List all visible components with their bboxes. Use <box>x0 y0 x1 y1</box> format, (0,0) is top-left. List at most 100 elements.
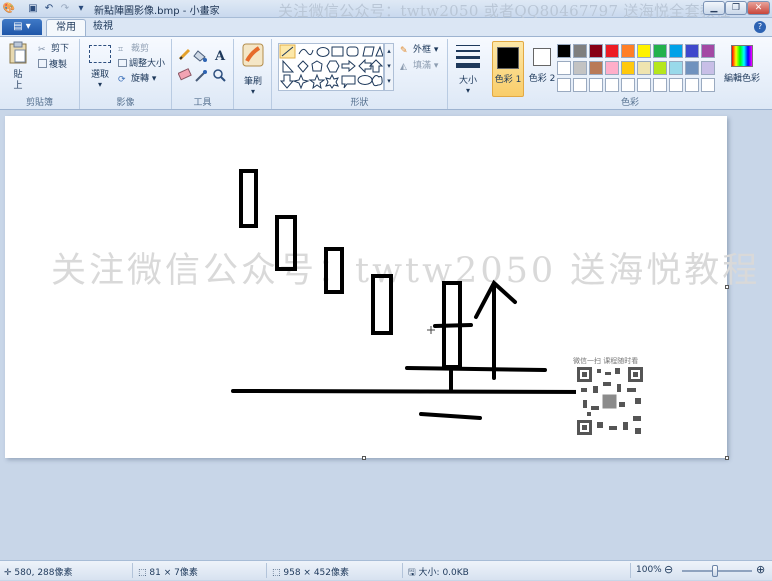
palette-color-14[interactable] <box>605 61 619 75</box>
image-group-label: 影像 <box>116 98 135 108</box>
zoom-out-button[interactable]: ⊖ <box>664 563 673 576</box>
minimize-button[interactable]: ▁ <box>703 1 725 15</box>
undo-icon[interactable]: ↶ <box>42 2 56 16</box>
paste-icon <box>9 41 27 64</box>
rectangle-shape-icon <box>331 46 344 57</box>
color1-swatch <box>497 47 519 69</box>
quick-access-dropdown-icon[interactable]: ▾ <box>74 2 88 16</box>
resize-handle-bottom[interactable] <box>362 456 366 460</box>
palette-color-5[interactable] <box>621 44 635 58</box>
size-button[interactable]: 大小 ▾ <box>452 43 484 95</box>
color1-button[interactable]: 色彩 1 <box>492 41 524 97</box>
palette-color-4[interactable] <box>605 44 619 58</box>
paint-app-icon[interactable]: 🎨 <box>2 2 16 16</box>
canvas-scroll-area[interactable]: 关注微信公众号：twtw2050 送海悦教程 微信一扫 课程随时看 <box>0 110 772 560</box>
shapes-group-label: 形狀 <box>350 98 369 108</box>
palette-color-20[interactable] <box>701 61 715 75</box>
six-point-star-shape-icon <box>325 73 339 89</box>
rotate-button[interactable]: ⟳ 旋轉 ▾ <box>118 73 156 86</box>
help-icon[interactable]: ? <box>754 21 766 33</box>
size-dropdown-icon[interactable]: ▾ <box>452 86 484 95</box>
resize-button[interactable]: 調整大小 <box>118 58 165 71</box>
palette-color-9[interactable] <box>685 44 699 58</box>
hexagon-shape-icon <box>326 60 340 73</box>
tools-group: A 工具 <box>172 39 234 109</box>
drawn-baseline <box>231 389 592 394</box>
down-arrow-shape-icon <box>279 74 295 89</box>
outline-pen-icon: ✎ <box>400 46 408 56</box>
colors-group: 色彩 1 色彩 2 編輯色彩 色彩 <box>488 39 772 109</box>
canvas-size: ⬚ 958 × 452像素 <box>272 565 349 578</box>
close-button[interactable]: ✕ <box>747 1 770 15</box>
copy-button[interactable]: 複製 <box>38 59 67 72</box>
file-size: 🖫 大小: 0.0KB <box>408 565 469 581</box>
palette-color-2[interactable] <box>573 44 587 58</box>
palette-color-7[interactable] <box>653 44 667 58</box>
fill-button[interactable]: ◭ 填滿 ▾ <box>400 60 438 73</box>
palette-color-13[interactable] <box>589 61 603 75</box>
palette-color-25[interactable] <box>621 78 635 92</box>
palette-color-29[interactable] <box>685 78 699 92</box>
color2-swatch <box>533 48 551 66</box>
up-arrow-shape-icon <box>368 59 384 73</box>
palette-color-6[interactable] <box>637 44 651 58</box>
drawing-strokes <box>231 169 644 436</box>
color-picker-icon <box>195 70 207 82</box>
palette-color-1[interactable] <box>557 44 571 58</box>
colors-group-label: 色彩 <box>620 98 639 108</box>
palette-color-27[interactable] <box>653 78 667 92</box>
outline-button[interactable]: ✎ 外框 ▾ <box>400 44 438 57</box>
brushes-button[interactable]: 筆刷 ▾ <box>238 43 268 96</box>
redo-icon[interactable]: ↷ <box>58 2 72 16</box>
palette-color-8[interactable] <box>669 44 683 58</box>
zoom-slider[interactable] <box>682 565 752 577</box>
zoom-in-button[interactable]: ⊕ <box>756 563 765 576</box>
copy-icon <box>38 59 47 68</box>
drawn-rectangle-1 <box>239 169 258 228</box>
zoom-slider-thumb[interactable] <box>712 565 718 577</box>
palette-color-15[interactable] <box>621 61 635 75</box>
palette-color-22[interactable] <box>573 78 587 92</box>
palette-color-24[interactable] <box>605 78 619 92</box>
palette-color-3[interactable] <box>589 44 603 58</box>
palette-color-18[interactable] <box>669 61 683 75</box>
palette-color-19[interactable] <box>685 61 699 75</box>
shapes-gallery[interactable] <box>278 43 384 91</box>
edit-colors-button[interactable]: 編輯色彩 <box>722 43 762 84</box>
select-button[interactable]: 選取 ▾ <box>84 43 116 89</box>
select-dropdown-icon[interactable]: ▾ <box>84 80 116 89</box>
curve-shape-icon <box>298 48 314 56</box>
file-size-text: 大小: 0.0KB <box>418 568 469 578</box>
palette-color-23[interactable] <box>589 78 603 92</box>
maximize-button[interactable]: ❐ <box>725 1 747 15</box>
palette-color-12[interactable] <box>573 61 587 75</box>
crop-button[interactable]: ⌗ 裁剪 <box>118 43 149 56</box>
resize-handle-right[interactable] <box>725 285 729 289</box>
save-icon[interactable]: ▣ <box>26 2 40 16</box>
palette-color-21[interactable] <box>557 78 571 92</box>
shapes-scroll[interactable]: ▴ ▾ ▾ <box>384 43 394 91</box>
tab-view[interactable]: 檢視 <box>84 19 122 36</box>
palette-color-16[interactable] <box>637 61 651 75</box>
tools-group-label: 工具 <box>193 98 212 108</box>
right-triangle-shape-icon <box>282 59 295 73</box>
palette-color-11[interactable] <box>557 61 571 75</box>
qr-caption: 微信一扫 课程随时看 <box>573 357 639 365</box>
tab-home[interactable]: 常用 <box>46 19 86 36</box>
resize-handle-corner[interactable] <box>725 456 729 460</box>
palette-color-17[interactable] <box>653 61 667 75</box>
fill-icon: ◭ <box>400 62 407 72</box>
palette-color-30[interactable] <box>701 78 715 92</box>
color2-label: 色彩 2 <box>528 74 556 84</box>
brushes-dropdown-icon[interactable]: ▾ <box>238 87 268 96</box>
color2-button[interactable]: 色彩 2 <box>526 41 558 97</box>
palette-color-28[interactable] <box>669 78 683 92</box>
status-bar: ✛ 580, 288像素 ⬚ 81 × 7像素 ⬚ 958 × 452像素 🖫 … <box>0 560 772 580</box>
palette-color-10[interactable] <box>701 44 715 58</box>
drawing-canvas[interactable]: 关注微信公众号：twtw2050 送海悦教程 微信一扫 课程随时看 <box>5 116 757 458</box>
cut-button[interactable]: ✂ 剪下 <box>38 43 69 56</box>
resize-icon <box>118 59 127 67</box>
file-menu-button[interactable]: ▤ ▾ <box>2 19 42 35</box>
paste-button[interactable]: 貼上 <box>4 41 32 92</box>
palette-color-26[interactable] <box>637 78 651 92</box>
